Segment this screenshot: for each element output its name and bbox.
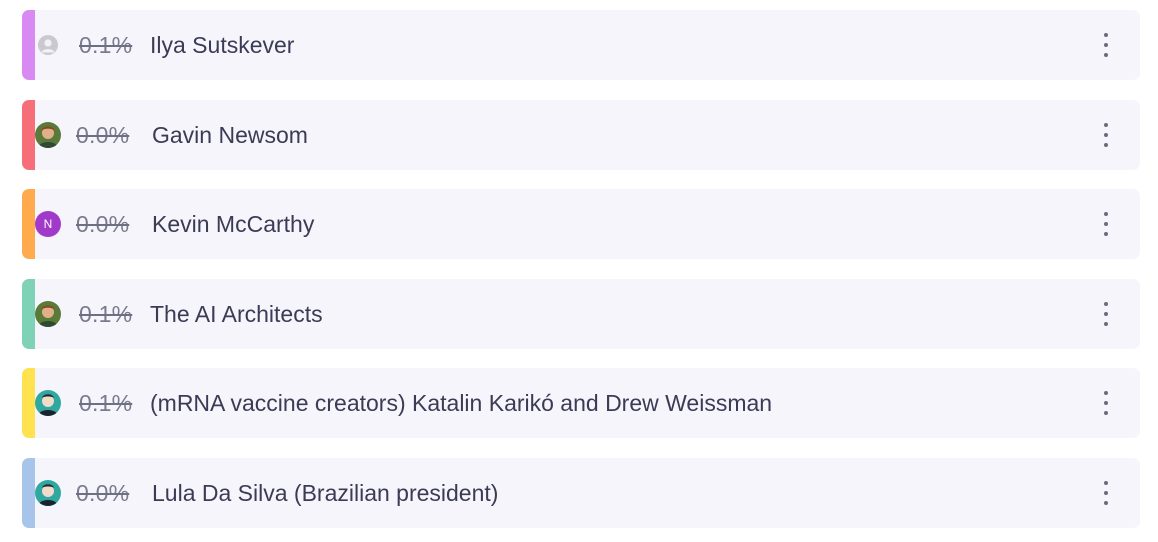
percentage-value: 0.1% (79, 390, 133, 416)
person-placeholder-icon (38, 35, 58, 55)
list-item[interactable]: 0.1% (mRNA vaccine creators) Katalin Kar… (22, 368, 1140, 438)
list-item[interactable]: 0.1% The AI Architects (22, 279, 1140, 349)
option-list: 0.1% Ilya Sutskever 0.0% Gavin Newsom N … (0, 0, 1158, 542)
option-name: Kevin McCarthy (152, 211, 315, 237)
initial-avatar: N (35, 211, 61, 237)
option-name: The AI Architects (150, 301, 323, 327)
list-item[interactable]: 0.1% Ilya Sutskever (22, 10, 1140, 80)
percentage-value: 0.0% (76, 122, 130, 148)
percentage-value: 0.1% (79, 301, 133, 327)
row-color-bar (22, 100, 35, 170)
list-item[interactable]: N 0.0% Kevin McCarthy (22, 189, 1140, 259)
user-photo-avatar (35, 301, 61, 327)
more-vertical-icon[interactable] (1096, 390, 1116, 416)
option-name: Gavin Newsom (152, 122, 308, 148)
percentage-value: 0.0% (76, 211, 130, 237)
option-name: (mRNA vaccine creators) Katalin Karikó a… (150, 390, 773, 416)
more-vertical-icon[interactable] (1096, 32, 1116, 58)
user-photo-avatar-teal (35, 480, 61, 506)
row-color-bar (22, 458, 35, 528)
percentage-value: 0.1% (79, 32, 133, 58)
more-vertical-icon[interactable] (1096, 480, 1116, 506)
avatar-initial: N (43, 217, 53, 231)
row-color-bar (22, 279, 35, 349)
row-color-bar (22, 10, 35, 80)
list-item[interactable]: 0.0% Lula Da Silva (Brazilian president) (22, 458, 1140, 528)
user-photo-avatar-teal (35, 390, 61, 416)
row-color-bar (22, 189, 35, 259)
more-vertical-icon[interactable] (1096, 301, 1116, 327)
list-item[interactable]: 0.0% Gavin Newsom (22, 100, 1140, 170)
more-vertical-icon[interactable] (1096, 211, 1116, 237)
user-photo-avatar (35, 122, 61, 148)
percentage-value: 0.0% (76, 480, 130, 506)
option-name: Ilya Sutskever (150, 32, 295, 58)
row-color-bar (22, 368, 35, 438)
option-name: Lula Da Silva (Brazilian president) (152, 480, 499, 506)
more-vertical-icon[interactable] (1096, 122, 1116, 148)
